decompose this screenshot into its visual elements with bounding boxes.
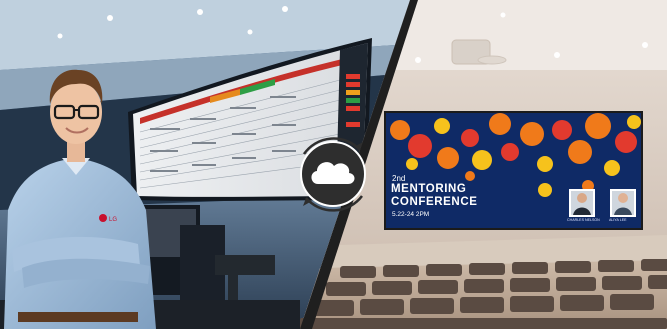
speaker-caption: CHARLES NELSON	[567, 218, 600, 222]
speaker-caption: ALIYA LEE	[609, 218, 627, 222]
ceiling-light	[500, 12, 506, 18]
slide-kicker: 2nd	[392, 174, 406, 183]
slide-title-line-2: CONFERENCE	[391, 196, 478, 208]
ceiling-light	[107, 15, 113, 21]
ceiling-light	[197, 9, 203, 15]
ceiling-light	[415, 57, 421, 63]
ceiling-light	[642, 42, 648, 48]
hero-banner: LG 2nd MENTORING CONFERENCE 5.22-24 2PM …	[0, 0, 667, 329]
ceiling-light	[282, 6, 288, 12]
brand-badge-text: LG	[109, 217, 117, 223]
ceiling-light	[554, 52, 560, 58]
slide-title-line-1: MENTORING	[391, 183, 467, 195]
ceiling-light	[247, 29, 253, 35]
ceiling-light	[57, 33, 63, 39]
slide-date: 5.22-24 2PM	[392, 211, 430, 218]
lg-logo-icon	[99, 214, 107, 222]
banner-scene: LG	[0, 0, 667, 329]
